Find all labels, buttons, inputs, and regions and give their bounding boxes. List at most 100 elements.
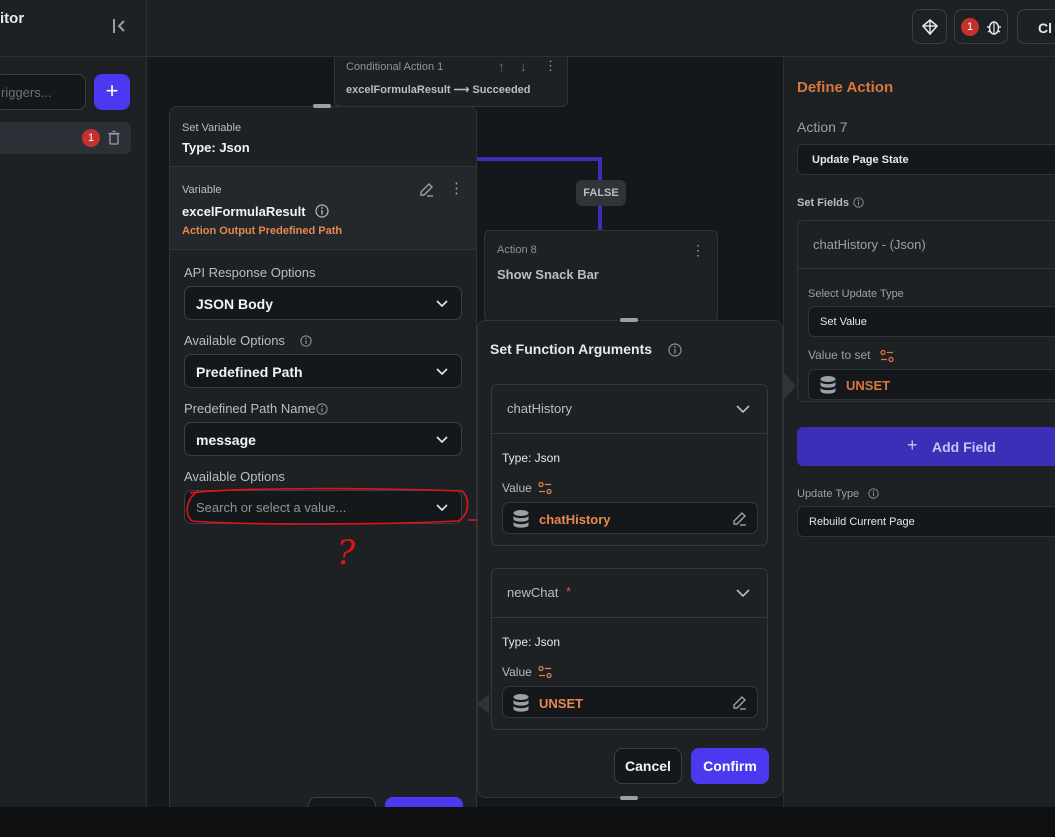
close-button-label: Cl	[1038, 20, 1052, 36]
update-mode-label: Update Type	[797, 488, 860, 500]
top-bar	[0, 0, 1055, 57]
available-options-select[interactable]: Predefined Path	[184, 354, 462, 388]
arrow-up-icon[interactable]: ↑	[498, 59, 505, 74]
api-options-select[interactable]: JSON Body	[184, 286, 462, 320]
field-name: chatHistory - (Json)	[813, 237, 926, 252]
function-args-panel: Set Function Arguments chatHistory Type:…	[477, 318, 783, 800]
info-icon	[868, 488, 879, 499]
database-icon	[512, 693, 530, 713]
set-variable-header: Set Variable Type: Json	[170, 107, 476, 167]
variable-label: Variable	[182, 184, 222, 196]
value-to-set-field[interactable]: UNSET	[808, 369, 1055, 400]
pointer-arrow	[784, 373, 796, 399]
edit-icon[interactable]	[731, 694, 748, 711]
predefined-path-select[interactable]: message	[184, 422, 462, 456]
predefined-path-label: Predefined Path Name	[184, 401, 316, 416]
trigger-error-badge: 1	[82, 129, 100, 147]
arg-value-field[interactable]: chatHistory	[502, 502, 758, 534]
set-variable-label: Set Variable	[182, 122, 242, 134]
args-confirm-button[interactable]: Confirm	[691, 748, 769, 784]
collapse-panel-icon[interactable]	[110, 16, 132, 38]
arg-value: UNSET	[539, 696, 584, 711]
trash-icon[interactable]	[107, 130, 121, 145]
info-icon	[300, 335, 312, 347]
edit-icon[interactable]	[418, 181, 435, 198]
widget-tree-button[interactable]	[912, 9, 947, 44]
left-panel	[0, 57, 147, 807]
available-options-label: Available Options	[184, 333, 285, 348]
edit-icon[interactable]	[731, 510, 748, 527]
debug-button[interactable]: 1	[954, 9, 1008, 44]
add-field-label: Add Field	[932, 439, 996, 455]
editor-title: itor	[0, 10, 25, 27]
trigger-search-input[interactable]: riggers...	[0, 74, 86, 110]
arg-name: newChat	[507, 585, 559, 600]
add-field-button[interactable]: + Add Field	[797, 427, 1055, 466]
update-type-select[interactable]: Set Value	[808, 306, 1055, 337]
arg-type: Type: Json	[502, 635, 561, 649]
more-vert-icon[interactable]: ⋮	[449, 179, 464, 197]
arg-name: chatHistory	[507, 401, 573, 416]
sliders-icon	[880, 349, 894, 363]
false-branch-label: FALSE	[576, 180, 626, 206]
arg-header[interactable]: newChat *	[492, 569, 767, 618]
update-mode-value: Rebuild Current Page	[809, 516, 915, 528]
arg-value-field[interactable]: UNSET	[502, 686, 758, 718]
info-icon	[316, 403, 328, 415]
plus-icon: +	[105, 78, 119, 103]
more-vert-icon[interactable]: ⋮	[544, 58, 557, 74]
drag-handle[interactable]	[620, 318, 638, 322]
pointer-arrow	[477, 694, 489, 714]
arg-value: chatHistory	[539, 512, 611, 527]
bug-icon	[985, 18, 1003, 36]
available-options-value: Predefined Path	[196, 364, 303, 380]
info-icon	[668, 343, 682, 357]
drag-handle[interactable]	[620, 796, 638, 800]
function-args-title: Set Function Arguments	[490, 341, 653, 357]
sliders-icon	[538, 665, 552, 679]
args-cancel-button[interactable]: Cancel	[614, 748, 682, 784]
variable-section: Variable excelFormulaResult Action Outpu…	[170, 167, 476, 250]
action-number-label: Action 7	[797, 119, 848, 135]
api-options-value: JSON Body	[196, 296, 274, 312]
action-type-value: Update Page State	[812, 154, 909, 166]
chevron-down-icon	[435, 365, 449, 379]
arg-card-newchat: newChat * Type: Json Value UNSET	[491, 568, 768, 730]
update-type-value: Set Value	[820, 316, 867, 328]
set-variable-type: Type: Json	[182, 140, 250, 155]
add-trigger-button[interactable]: +	[94, 74, 130, 110]
chevron-down-icon	[435, 297, 449, 311]
variable-source: Action Output Predefined Path	[182, 225, 343, 237]
chevron-down-icon[interactable]	[735, 586, 751, 600]
available-options-2-label: Available Options	[184, 469, 285, 484]
conditional-action-condition: excelFormulaResult ⟶ Succeeded	[346, 84, 531, 96]
arrow-down-icon[interactable]: ↓	[520, 59, 527, 74]
plus-icon: +	[907, 435, 918, 455]
predefined-path-value: message	[196, 432, 256, 448]
close-button[interactable]: Cl	[1017, 9, 1055, 44]
action-type-select[interactable]: Update Page State	[797, 144, 1055, 175]
update-mode-select[interactable]: Rebuild Current Page	[797, 506, 1055, 537]
api-options-label: API Response Options	[184, 265, 316, 280]
value-to-set-label: Value to set	[808, 348, 871, 362]
trigger-list-item[interactable]: 1	[0, 122, 131, 154]
info-icon	[853, 197, 864, 208]
required-mark: *	[566, 584, 572, 599]
action-8-label: Action 8	[497, 244, 537, 256]
set-variable-panel: Set Variable Type: Json Variable excelFo…	[169, 104, 477, 837]
arg-value-label: Value	[502, 665, 532, 679]
arg-header[interactable]: chatHistory	[492, 385, 767, 434]
diamond-icon	[921, 18, 939, 36]
define-action-title: Define Action	[797, 79, 894, 96]
field-card: chatHistory - (Json) Select Update Type …	[797, 220, 1055, 402]
chevron-down-icon[interactable]	[735, 402, 751, 416]
arg-card-chathistory: chatHistory Type: Json Value chatHistory	[491, 384, 768, 546]
action-8-node[interactable]: Action 8 Show Snack Bar ⋮	[484, 230, 718, 322]
conditional-action-node[interactable]: Conditional Action 1 excelFormulaResult …	[334, 57, 568, 107]
arg-value-label: Value	[502, 481, 532, 495]
bottom-bar	[0, 807, 1055, 837]
arg-type: Type: Json	[502, 451, 561, 465]
field-header[interactable]: chatHistory - (Json)	[798, 221, 1055, 269]
more-vert-icon[interactable]: ⋮	[691, 242, 705, 259]
set-fields-label: Set Fields	[797, 197, 849, 209]
